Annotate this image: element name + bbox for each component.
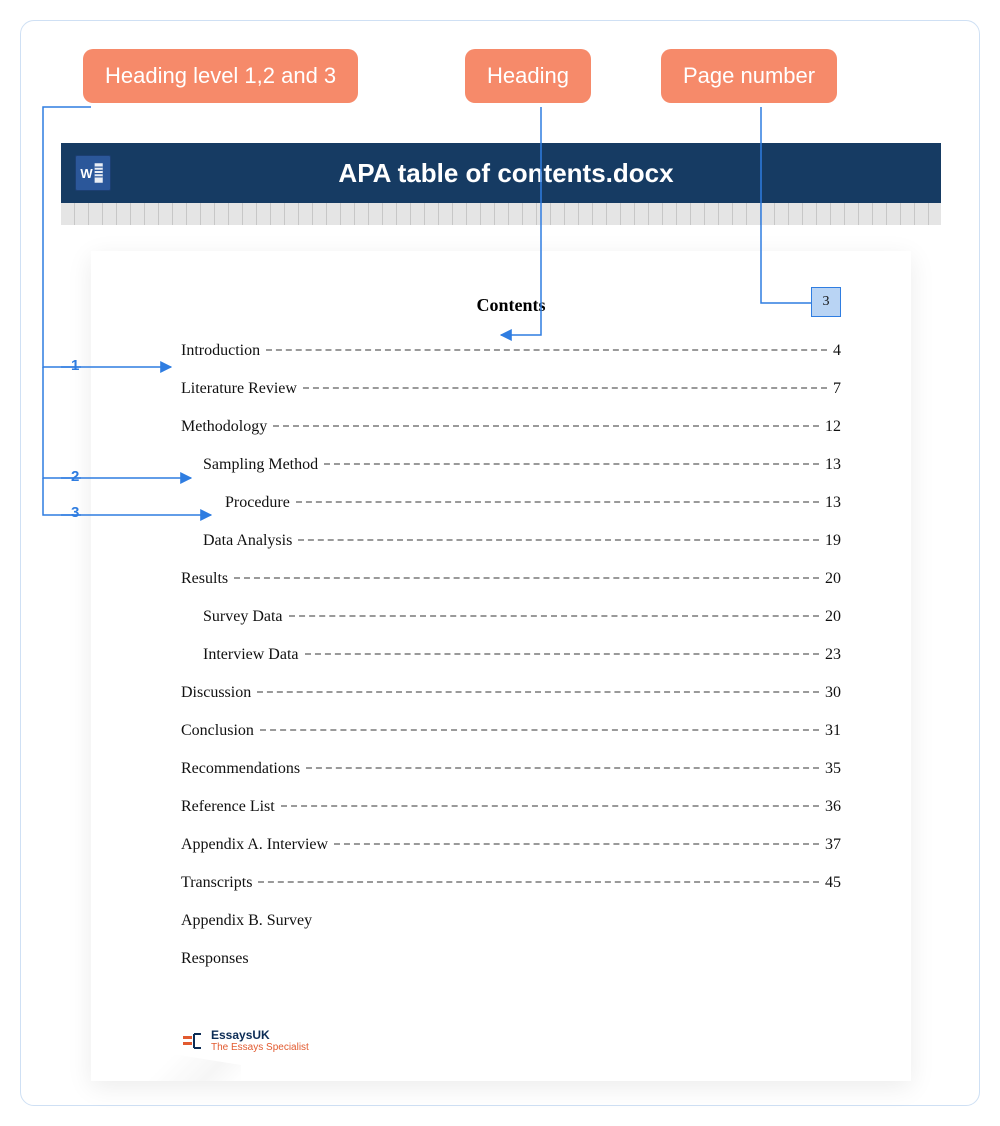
toc-row: Responses	[181, 950, 841, 968]
toc-label: Literature Review	[181, 380, 297, 398]
toc-page: 7	[833, 380, 841, 398]
toc-label: Discussion	[181, 684, 251, 702]
toc-leader-dots	[258, 881, 819, 883]
level-2-label: 2	[71, 468, 79, 485]
toc-leader-dots	[334, 843, 819, 845]
toc-row: Literature Review 7	[181, 380, 841, 398]
toc-page: 35	[825, 760, 841, 778]
toc-leader-dots	[289, 615, 819, 617]
toc-page: 37	[825, 836, 841, 854]
toc-row: Appendix A. Interview 37	[181, 836, 841, 854]
toc-row: Procedure 13	[181, 494, 841, 512]
toc-leader-dots	[296, 501, 819, 503]
toc-row: Data Analysis 19	[181, 532, 841, 550]
toc-leader-dots	[324, 463, 819, 465]
level-3-label: 3	[71, 504, 79, 521]
toc-label: Data Analysis	[203, 532, 292, 550]
callout-heading-levels: Heading level 1,2 and 3	[83, 49, 358, 103]
toc-label: Appendix B. Survey	[181, 912, 312, 930]
toc-leader-dots	[298, 539, 819, 541]
toc-page: 23	[825, 646, 841, 664]
toc-page: 36	[825, 798, 841, 816]
word-icon: W	[75, 155, 111, 191]
toc-label: Conclusion	[181, 722, 254, 740]
toc-leader-dots	[281, 805, 819, 807]
toc-label: Sampling Method	[203, 456, 318, 474]
toc-leader-dots	[303, 387, 827, 389]
brand-footer: EssaysUK The Essays Specialist	[181, 1029, 309, 1053]
toc-row: Discussion 30	[181, 684, 841, 702]
toc-page: 19	[825, 532, 841, 550]
toc-leader-dots	[305, 653, 819, 655]
contents-heading: Contents	[181, 295, 841, 316]
toc-row: Conclusion 31	[181, 722, 841, 740]
toc-label: Introduction	[181, 342, 260, 360]
toc-row: Interview Data 23	[181, 646, 841, 664]
toc-page: 4	[833, 342, 841, 360]
toc-row: Recommendations 35	[181, 760, 841, 778]
toc-row: Sampling Method 13	[181, 456, 841, 474]
document-titlebar: W APA table of contents.docx	[61, 143, 941, 203]
toc-page: 30	[825, 684, 841, 702]
toc-label: Methodology	[181, 418, 267, 436]
toc-label: Transcripts	[181, 874, 252, 892]
word-icon-letter: W	[80, 166, 93, 181]
toc-row: Appendix B. Survey	[181, 912, 841, 930]
toc-page: 13	[825, 494, 841, 512]
toc-leader-dots	[257, 691, 819, 693]
toc-label: Reference List	[181, 798, 275, 816]
ruler	[61, 203, 941, 225]
callout-heading: Heading	[465, 49, 591, 103]
toc-row: Introduction 4	[181, 342, 841, 360]
toc-row: Survey Data 20	[181, 608, 841, 626]
callout-page-number: Page number	[661, 49, 837, 103]
page-number-box: 3	[811, 287, 841, 317]
toc-page: 31	[825, 722, 841, 740]
toc-label: Responses	[181, 950, 249, 968]
toc-label: Interview Data	[203, 646, 299, 664]
brand-logo-icon	[181, 1030, 205, 1052]
document-filename: APA table of contents.docx	[71, 158, 941, 189]
toc-row: Transcripts 45	[181, 874, 841, 892]
toc-page: 13	[825, 456, 841, 474]
toc-row: Results 20	[181, 570, 841, 588]
level-1-label: 1	[71, 357, 79, 374]
toc-page: 20	[825, 570, 841, 588]
diagram-frame: Heading level 1,2 and 3 Heading Page num…	[20, 20, 980, 1106]
toc-row: Reference List 36	[181, 798, 841, 816]
document-page: 3 Contents Introduction 4 Literature Revie…	[91, 251, 911, 1081]
toc-page: 20	[825, 608, 841, 626]
toc-label: Survey Data	[203, 608, 283, 626]
table-of-contents: Introduction 4 Literature Review 7 Methodolo…	[181, 342, 841, 968]
toc-leader-dots	[260, 729, 819, 731]
brand-tagline: The Essays Specialist	[211, 1042, 309, 1053]
toc-label: Appendix A. Interview	[181, 836, 328, 854]
toc-page: 45	[825, 874, 841, 892]
toc-row: Methodology 12	[181, 418, 841, 436]
toc-leader-dots	[273, 425, 819, 427]
brand-name: EssaysUK	[211, 1029, 309, 1042]
toc-leader-dots	[306, 767, 819, 769]
toc-label: Procedure	[225, 494, 290, 512]
toc-page: 12	[825, 418, 841, 436]
toc-leader-dots	[266, 349, 827, 351]
toc-label: Recommendations	[181, 760, 300, 778]
toc-label: Results	[181, 570, 228, 588]
toc-leader-dots	[234, 577, 819, 579]
